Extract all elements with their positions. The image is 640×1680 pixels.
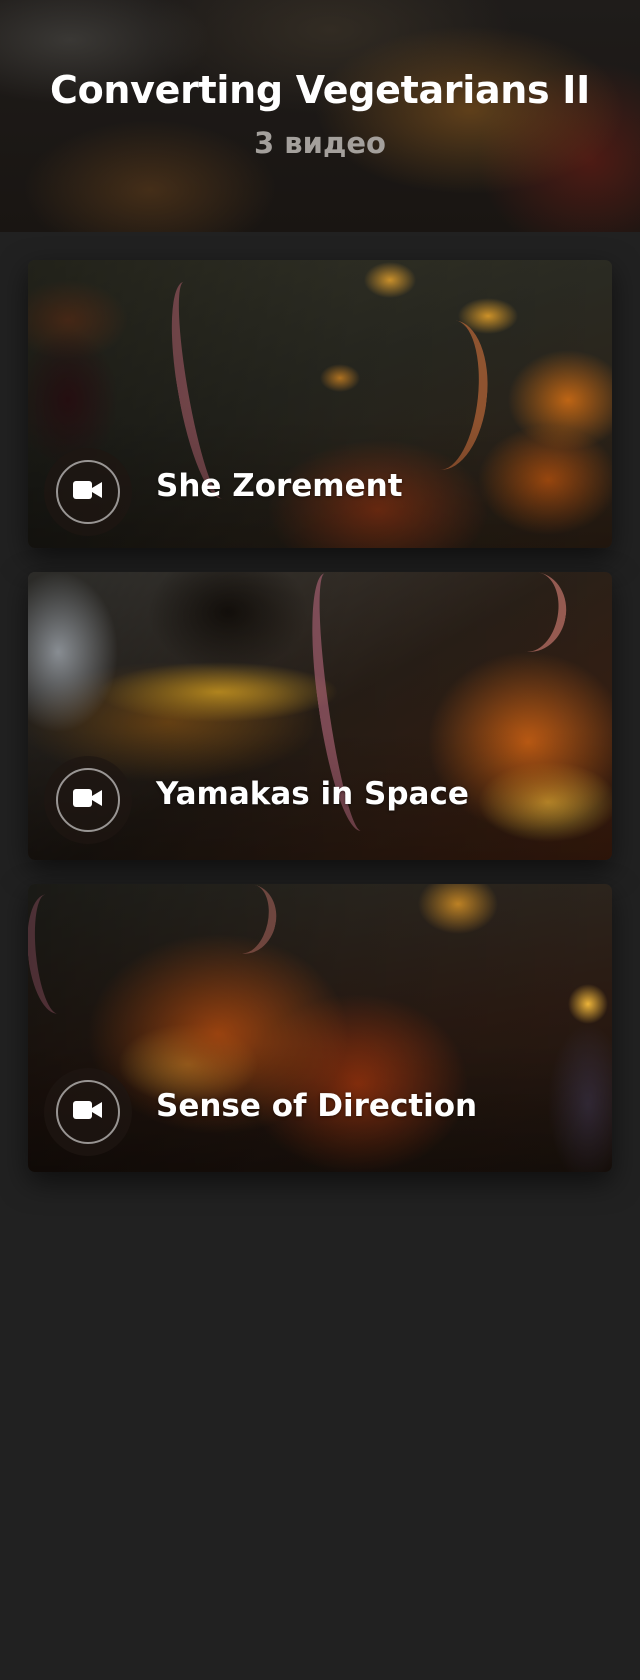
play-button[interactable]	[44, 756, 132, 844]
video-title: She Zorement	[156, 468, 403, 504]
video-title: Yamakas in Space	[156, 776, 469, 812]
playlist-header: Converting Vegetarians II 3 видео	[0, 0, 640, 232]
video-camera-icon	[73, 789, 102, 807]
video-camera-icon	[73, 481, 102, 499]
play-button[interactable]	[44, 1068, 132, 1156]
video-card-1[interactable]: She Zorement	[28, 260, 612, 548]
video-card-2[interactable]: Yamakas in Space	[28, 572, 612, 860]
video-camera-icon	[73, 1101, 102, 1119]
video-card-3[interactable]: Sense of Direction	[28, 884, 612, 1172]
video-title: Sense of Direction	[156, 1088, 478, 1124]
play-button[interactable]	[44, 448, 132, 536]
playlist-title: Converting Vegetarians II	[50, 68, 590, 112]
video-count: 3 видео	[254, 126, 386, 160]
